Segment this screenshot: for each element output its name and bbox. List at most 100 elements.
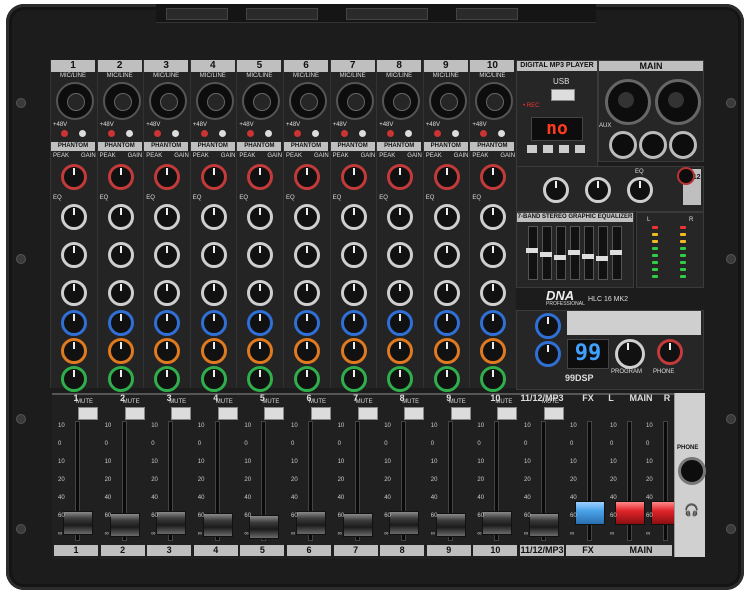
geq-slider[interactable] <box>554 226 566 280</box>
fx-level-knob[interactable] <box>535 313 561 339</box>
phantom-switch[interactable] <box>125 130 133 137</box>
fx-send-knob[interactable] <box>535 341 561 367</box>
eq-high-knob[interactable] <box>61 204 87 230</box>
eq-low-knob[interactable] <box>247 280 274 306</box>
fx-knob[interactable] <box>154 338 181 364</box>
aux-jack[interactable] <box>609 131 637 159</box>
eq-low-knob[interactable] <box>294 280 320 306</box>
geq-slider-cap[interactable] <box>540 252 552 258</box>
phantom-switch[interactable] <box>312 130 319 137</box>
eq-mid-knob[interactable] <box>154 242 181 268</box>
phantom-switch[interactable] <box>265 130 273 137</box>
geq-slider-cap[interactable] <box>582 253 594 259</box>
fx-knob[interactable] <box>340 338 367 364</box>
geq-slider[interactable] <box>540 226 552 280</box>
gain-knob[interactable] <box>340 164 367 190</box>
aux-knob[interactable] <box>433 310 460 336</box>
fader-cap[interactable] <box>342 513 373 537</box>
aux-knob[interactable] <box>480 310 507 336</box>
combo-input-jack[interactable] <box>382 82 421 120</box>
eq-low-knob[interactable] <box>107 280 134 306</box>
eq-low-knob[interactable] <box>154 280 181 306</box>
aux-knob[interactable] <box>294 310 320 336</box>
mode-button[interactable] <box>575 145 585 153</box>
fader-cap[interactable] <box>296 511 326 535</box>
mute-button[interactable] <box>217 407 238 420</box>
aux-knob[interactable] <box>340 310 367 336</box>
phantom-switch[interactable] <box>358 130 366 137</box>
combo-input-jack[interactable] <box>335 82 374 120</box>
pan-knob[interactable] <box>294 366 320 392</box>
fader-cap[interactable] <box>63 511 93 535</box>
combo-input-jack[interactable] <box>475 82 514 120</box>
eq-low-knob[interactable] <box>61 280 87 306</box>
eq-high-knob[interactable] <box>387 204 414 230</box>
fader-cap[interactable] <box>435 513 466 537</box>
fx-knob[interactable] <box>107 338 134 364</box>
aux-knob[interactable] <box>200 310 227 336</box>
fx-knob[interactable] <box>247 338 274 364</box>
pan-knob[interactable] <box>387 366 414 392</box>
fader-cap[interactable] <box>389 511 420 535</box>
combo-input-jack[interactable] <box>242 82 281 120</box>
main-xlr-right[interactable] <box>655 79 701 125</box>
phone-level-knob[interactable] <box>657 339 683 365</box>
pan-knob[interactable] <box>154 366 181 392</box>
pan-knob[interactable] <box>61 366 87 392</box>
combo-input-jack[interactable] <box>195 82 234 120</box>
fx-knob[interactable] <box>480 338 507 364</box>
main-jack-left[interactable] <box>639 131 667 159</box>
mute-button[interactable] <box>404 407 425 420</box>
combo-input-jack[interactable] <box>289 82 327 120</box>
pan-knob[interactable] <box>340 366 367 392</box>
eq-low-knob[interactable] <box>340 280 367 306</box>
fader-cap[interactable] <box>249 515 280 539</box>
fx-knob[interactable] <box>433 338 460 364</box>
eq-mid-knob[interactable] <box>340 242 367 268</box>
combo-input-jack[interactable] <box>102 82 141 120</box>
geq-slider-cap[interactable] <box>554 254 566 260</box>
aux-knob[interactable] <box>107 310 134 336</box>
stereo-gain-knob[interactable] <box>543 177 569 203</box>
gain-knob[interactable] <box>294 164 320 190</box>
main-xlr-left[interactable] <box>605 79 651 125</box>
geq-slider[interactable] <box>610 226 622 280</box>
gain-knob[interactable] <box>61 164 87 190</box>
eq-low-knob[interactable] <box>387 280 414 306</box>
geq-slider-cap[interactable] <box>526 247 538 253</box>
geq-slider-cap[interactable] <box>568 250 580 255</box>
eq-mid-knob[interactable] <box>294 242 320 268</box>
rca-red[interactable] <box>677 167 695 185</box>
pan-knob[interactable] <box>107 366 134 392</box>
aux-knob[interactable] <box>247 310 274 336</box>
eq-low-knob[interactable] <box>433 280 460 306</box>
eq-mid-knob[interactable] <box>433 242 460 268</box>
geq-slider-cap[interactable] <box>610 250 622 255</box>
mute-button[interactable] <box>311 407 331 420</box>
aux-knob[interactable] <box>387 310 414 336</box>
eq-low-knob[interactable] <box>200 280 227 306</box>
eq-mid-knob[interactable] <box>107 242 134 268</box>
play-button[interactable] <box>543 145 553 153</box>
program-knob[interactable] <box>615 339 645 369</box>
prev-button[interactable] <box>527 145 537 153</box>
aux-knob[interactable] <box>154 310 181 336</box>
eq-high-knob[interactable] <box>340 204 367 230</box>
gain-knob[interactable] <box>154 164 181 190</box>
eq-high-knob[interactable] <box>433 204 460 230</box>
eq-high-knob[interactable] <box>200 204 227 230</box>
combo-input-jack[interactable] <box>149 82 188 120</box>
mute-button[interactable] <box>357 407 378 420</box>
gain-knob[interactable] <box>200 164 227 190</box>
phantom-switch[interactable] <box>498 130 506 137</box>
pan-knob[interactable] <box>480 366 507 392</box>
pan-knob[interactable] <box>247 366 274 392</box>
geq-slider[interactable] <box>526 226 538 280</box>
fx-knob[interactable] <box>387 338 414 364</box>
eq-high-knob[interactable] <box>247 204 274 230</box>
combo-input-jack[interactable] <box>428 82 467 120</box>
eq-mid-knob[interactable] <box>387 242 414 268</box>
fx-knob[interactable] <box>294 338 320 364</box>
mute-button[interactable] <box>450 407 471 420</box>
aux-knob[interactable] <box>61 310 87 336</box>
